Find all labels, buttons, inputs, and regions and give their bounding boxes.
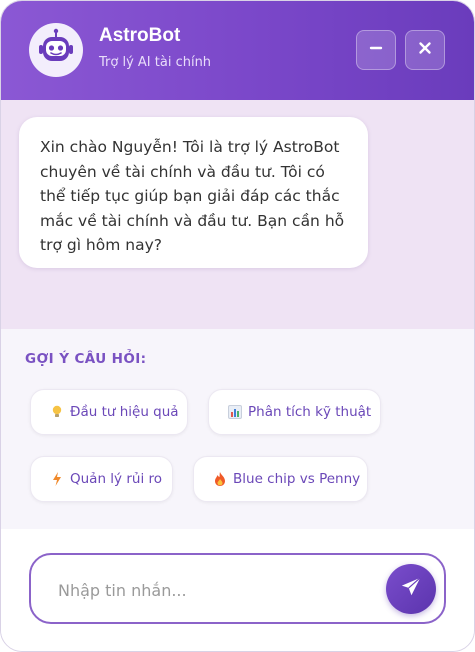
message-input[interactable]	[58, 577, 378, 603]
lightbulb-icon	[50, 405, 64, 419]
suggestions-label: GỢI Ý CÂU HỎI:	[25, 351, 147, 367]
suggestion-label: Đầu tư hiệu quả	[70, 404, 179, 420]
composer-area	[1, 529, 474, 651]
bot-name: AstroBot	[99, 25, 181, 46]
bot-avatar	[29, 23, 83, 77]
bot-subtitle: Trợ lý AI tài chính	[99, 55, 212, 70]
suggestion-chip-bluechip[interactable]: Blue chip vs Penny	[193, 456, 368, 502]
bar-chart-icon	[228, 405, 242, 419]
close-icon	[418, 41, 432, 60]
send-button[interactable]	[386, 564, 436, 614]
chat-header: AstroBot Trợ lý AI tài chính	[1, 1, 474, 100]
suggestion-chip-risk[interactable]: Quản lý rủi ro	[30, 456, 173, 502]
send-icon	[400, 576, 422, 603]
lightning-icon	[50, 472, 64, 486]
fire-icon	[213, 472, 227, 486]
message-input-container	[29, 553, 446, 624]
bot-message-bubble: Xin chào Nguyễn! Tôi là trợ lý AstroBot …	[19, 117, 368, 268]
close-button[interactable]	[405, 30, 445, 70]
minimize-button[interactable]	[356, 30, 396, 70]
suggestion-label: Phân tích kỹ thuật	[248, 404, 372, 420]
robot-icon	[36, 28, 76, 73]
suggestion-chip-technical[interactable]: Phân tích kỹ thuật	[208, 389, 381, 435]
suggestion-label: Quản lý rủi ro	[70, 471, 162, 487]
suggestion-chip-invest[interactable]: Đầu tư hiệu quả	[30, 389, 188, 435]
message-list: Xin chào Nguyễn! Tôi là trợ lý AstroBot …	[1, 100, 474, 329]
chat-widget: AstroBot Trợ lý AI tài chính Xin chào Ng…	[0, 0, 475, 652]
minus-icon	[369, 41, 383, 60]
suggestion-label: Blue chip vs Penny	[233, 471, 361, 487]
